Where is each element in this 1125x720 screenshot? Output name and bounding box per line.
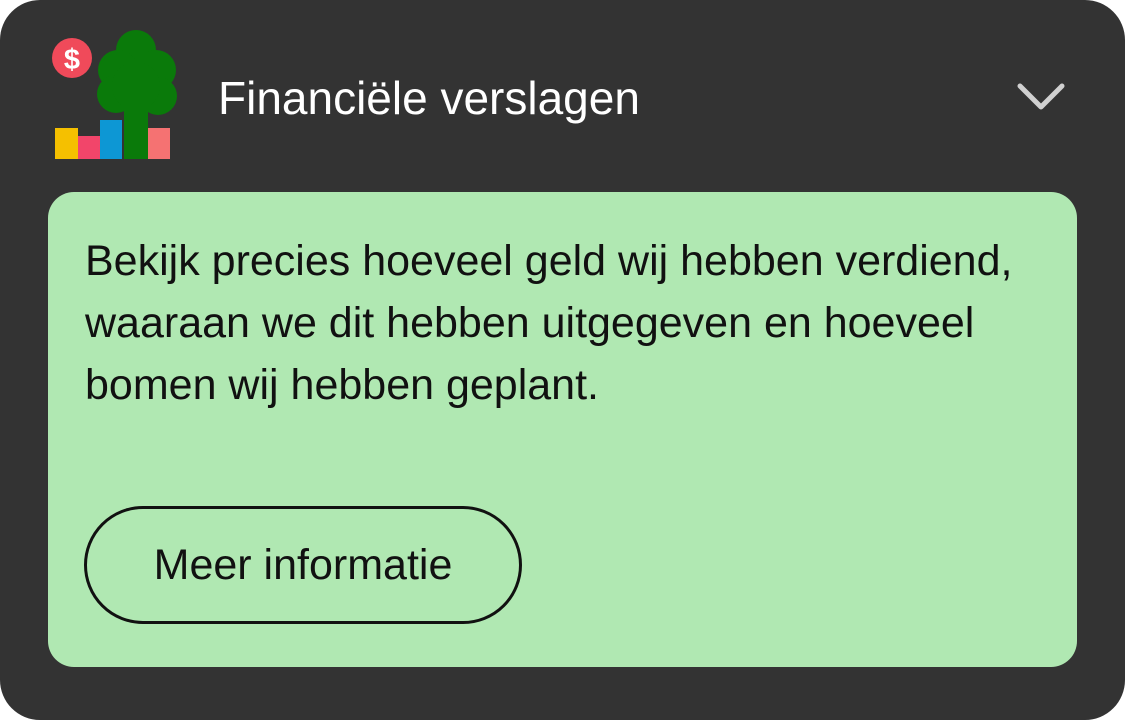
card-header[interactable]: $ Financiële verslagen: [0, 0, 1125, 192]
card-title: Financiële verslagen: [218, 72, 640, 124]
chevron-down-icon[interactable]: [1010, 74, 1072, 120]
svg-text:$: $: [64, 44, 80, 76]
financial-reports-card: $ Financiële verslagen Bekijk precies ho…: [0, 0, 1125, 720]
more-info-button[interactable]: Meer informatie: [84, 506, 522, 624]
card-description: Bekijk precies hoeveel geld wij hebben v…: [85, 237, 1013, 409]
details-panel: Bekijk precies hoeveel geld wij hebben v…: [48, 192, 1077, 667]
finance-tree-chart-icon: $: [52, 30, 177, 159]
